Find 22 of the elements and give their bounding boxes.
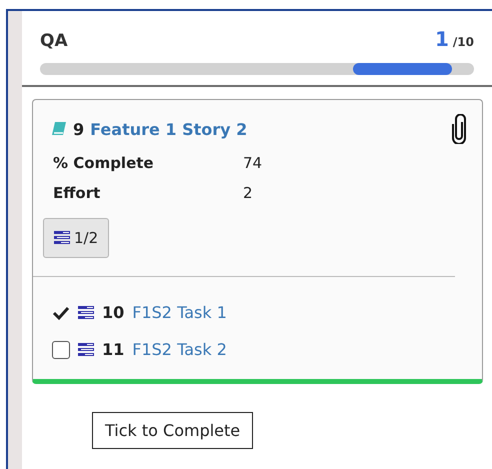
scrollbar[interactable] [40, 63, 474, 75]
task-checkbox[interactable] [52, 340, 70, 358]
task-icon [78, 342, 94, 356]
story-title-link[interactable]: Feature 1 Story 2 [90, 120, 248, 138]
tooltip: Tick to Complete [92, 412, 254, 449]
task-icon [54, 231, 70, 245]
task-number: 11 [102, 340, 124, 359]
task-icon [78, 306, 94, 320]
task-title-link[interactable]: F1S2 Task 1 [132, 303, 227, 322]
paperclip-icon[interactable] [452, 114, 466, 144]
field-label: Effort [53, 184, 102, 202]
story-number: 9 [73, 120, 84, 138]
field-value: 2 [243, 184, 254, 202]
field-value: 74 [243, 154, 264, 172]
task-title-link[interactable]: F1S2 Task 2 [132, 340, 227, 359]
book-icon [51, 121, 67, 137]
task-number: 10 [102, 303, 124, 322]
field-label: % Complete [53, 154, 155, 172]
column-title: QA [40, 31, 68, 51]
item-count: 1 [434, 27, 449, 51]
subtasks-button[interactable]: 1/2 [43, 218, 110, 258]
item-total: /10 [452, 35, 474, 49]
